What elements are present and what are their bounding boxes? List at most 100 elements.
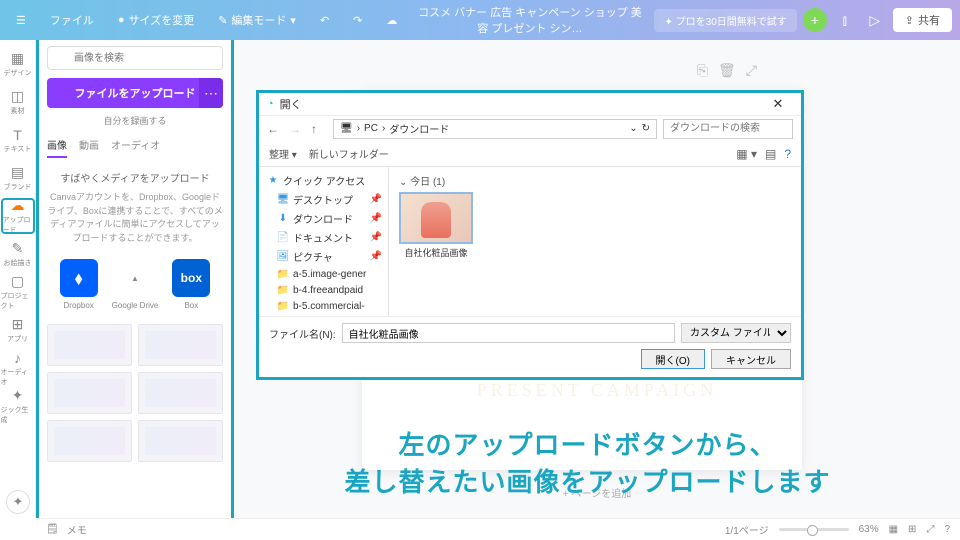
folder-search-input[interactable] (663, 119, 793, 139)
help-status-icon[interactable]: ? (944, 524, 950, 535)
tab-images[interactable]: 画像 (47, 137, 67, 158)
forward-button[interactable]: → (289, 122, 305, 136)
filetype-select[interactable]: カスタム ファイル (681, 323, 791, 343)
upload-thumb[interactable] (47, 372, 132, 414)
files-group-header: ⌄ 今日 (1) (399, 173, 791, 188)
tree-downloads[interactable]: ⬇ダウンロード 📌 (259, 209, 388, 228)
open-button[interactable]: 開く(O) (641, 349, 705, 369)
rail-text[interactable]: Tテキスト (1, 122, 35, 158)
thumbnail-view-icon[interactable]: ⊞ (908, 524, 916, 535)
dialog-body: ★クイック アクセス 🖥デスクトップ 📌 ⬇ダウンロード 📌 📄ドキュメント 📌… (259, 167, 801, 316)
redo-button[interactable]: ↷ (345, 10, 370, 31)
tab-audio[interactable]: オーディオ (111, 137, 160, 158)
rail-audio[interactable]: ♪オーディオ (1, 350, 35, 386)
instruction-line-1: 左のアップロードボタンから、 (235, 427, 940, 463)
up-button[interactable]: ↑ (311, 122, 327, 136)
rail-brand[interactable]: ▤ブランド (1, 160, 35, 196)
more-page-icon[interactable]: ⤢ (746, 62, 757, 79)
rail-apps[interactable]: ⊞アプリ (1, 312, 35, 348)
resize-menu[interactable]: ● サイズを変更 (110, 8, 202, 32)
media-tabs: 画像 動画 オーディオ (47, 137, 223, 158)
search-wrap: 🔍 (47, 46, 223, 70)
chevron-down-icon[interactable]: ⌄ (629, 123, 637, 134)
upload-thumb[interactable] (138, 420, 223, 462)
undo-button[interactable]: ↶ (312, 10, 337, 31)
document-icon: 📄 (277, 232, 289, 244)
zoom-slider[interactable] (779, 528, 849, 531)
upload-button-wrap: ファイルをアップロード ⋯ (47, 78, 223, 108)
resize-label: サイズを変更 (129, 12, 195, 28)
notes-icon[interactable]: 🗒 (46, 524, 59, 535)
add-button[interactable]: + (803, 8, 827, 32)
tree-folder[interactable]: 📁b-5.commercial- (259, 298, 388, 314)
new-folder-button[interactable]: 新しいフォルダー (309, 146, 389, 161)
refresh-icon[interactable]: ↻ (642, 123, 650, 134)
canva-app-icon: ◔ (267, 98, 274, 110)
tree-desktop[interactable]: 🖥デスクトップ 📌 (259, 190, 388, 209)
page-indicator[interactable]: 1/1ページ (725, 522, 769, 537)
tree-folder[interactable]: 📁b-4.freeandpaid (259, 282, 388, 298)
present-button[interactable]: ▷ (863, 8, 887, 32)
back-button[interactable]: ← (267, 122, 283, 136)
file-menu[interactable]: ファイル (42, 8, 102, 32)
help-icon[interactable]: ? (784, 147, 791, 161)
edit-mode-menu[interactable]: ✎ 編集モード ▾ (210, 8, 304, 32)
cancel-button[interactable]: キャンセル (711, 349, 791, 369)
lock-page-icon[interactable]: 🗑 (718, 62, 736, 79)
box-connect[interactable]: boxBox (172, 259, 210, 310)
rail-draw[interactable]: ✎お絵描き (1, 236, 35, 272)
rail-design[interactable]: ▦デザイン (1, 46, 35, 82)
organize-menu[interactable]: 整理 ▾ (269, 146, 297, 161)
share-button[interactable]: ⇪ 共有 (893, 8, 952, 32)
breadcrumb[interactable]: 🖥 › PC › ダウンロード ⌄ ↻ (333, 119, 657, 139)
dialog-toolbar: 整理 ▾ 新しいフォルダー ▦ ▾ ▤ ? (259, 141, 801, 167)
notes-label[interactable]: メモ (67, 522, 87, 537)
upload-thumb[interactable] (138, 324, 223, 366)
record-self-link[interactable]: 自分を録画する (47, 114, 223, 127)
dropbox-connect[interactable]: ⬧Dropbox (60, 259, 98, 310)
folder-icon: ▢ (11, 273, 24, 290)
tree-pictures[interactable]: 🖼ピクチャ 📌 (259, 247, 388, 266)
menu-button[interactable]: ☰ (8, 10, 34, 31)
upload-file-button[interactable]: ファイルをアップロード (47, 78, 223, 108)
rail-elements[interactable]: ◫素材 (1, 84, 35, 120)
folder-icon: 📁 (277, 268, 289, 280)
folder-icon: 📁 (277, 284, 289, 296)
upload-thumb[interactable] (47, 420, 132, 462)
rail-magic[interactable]: ✦ジック生成 (1, 388, 35, 424)
tree-documents[interactable]: 📄ドキュメント 📌 (259, 228, 388, 247)
grid-view-icon[interactable]: ▦ (889, 524, 898, 535)
file-dialog-highlight: ◔開く ✕ ← → ↑ 🖥 › PC › ダウンロード ⌄ ↻ 整理 ▾ 新しい… (256, 90, 804, 380)
file-item[interactable]: 自社化粧品画像 (399, 192, 473, 259)
view-mode-button[interactable]: ▦ ▾ (736, 147, 757, 161)
upload-thumb[interactable] (138, 372, 223, 414)
file-thumbnail (399, 192, 473, 244)
dialog-titlebar: ◔開く ✕ (259, 93, 801, 115)
brand-icon: ▤ (11, 164, 24, 181)
view-list-button[interactable]: ▤ (765, 147, 776, 161)
rail-projects[interactable]: ▢プロジェクト (1, 274, 35, 310)
text-icon: T (13, 127, 22, 143)
instruction-overlay: 左のアップロードボタンから、 差し替えたい画像をアップロードします (235, 427, 940, 500)
help-fab[interactable]: ✦ (6, 490, 30, 514)
duplicate-page-icon[interactable]: ⎘ (697, 62, 708, 79)
filename-input[interactable] (342, 323, 675, 343)
gdrive-icon: ▲ (116, 259, 154, 297)
analytics-button[interactable]: ⫾ (833, 8, 857, 32)
status-bar: 🗒 メモ 1/1ページ 63% ▦ ⊞ ⤢ ? (36, 518, 960, 540)
filename-label: ファイル名(N): (269, 326, 336, 341)
tab-video[interactable]: 動画 (79, 137, 99, 158)
tree-folder[interactable]: 📁a-5.image-gener (259, 266, 388, 282)
gdrive-connect[interactable]: ▲Google Drive (112, 259, 159, 310)
upload-more-button[interactable]: ⋯ (199, 78, 223, 108)
document-title[interactable]: コスメ バナー 広告 キャンペーン ショップ 美容 プレゼント シン… (413, 4, 646, 36)
upload-thumb[interactable] (47, 324, 132, 366)
tree-quick-access[interactable]: ★クイック アクセス (259, 171, 388, 190)
rail-upload[interactable]: ☁アップロード (1, 198, 35, 234)
search-input[interactable] (47, 46, 223, 70)
close-button[interactable]: ✕ (763, 96, 793, 112)
try-pro-button[interactable]: ✦ プロを30日間無料で試す (654, 9, 796, 32)
sparkle-icon: ✦ (12, 387, 24, 404)
zoom-value[interactable]: 63% (859, 524, 879, 535)
fullscreen-icon[interactable]: ⤢ (926, 524, 934, 535)
